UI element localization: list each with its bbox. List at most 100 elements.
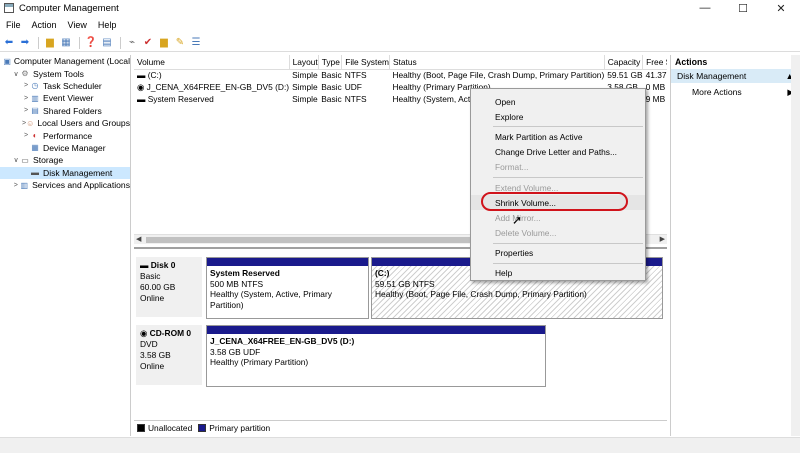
column-header[interactable]: File System — [341, 55, 390, 70]
tree-item[interactable]: > ▥ Services and Applications — [0, 179, 130, 191]
minimize-button[interactable]: — — [686, 0, 724, 16]
folder-icon[interactable]: ▆ — [157, 37, 171, 49]
list-icon[interactable]: ☰ — [189, 37, 203, 49]
tree-item[interactable]: ▣ Computer Management (Local — [0, 55, 130, 67]
partition-status: Healthy (Boot, Page File, Crash Dump, Pr… — [375, 289, 587, 299]
volume-cell: NTFS — [344, 70, 367, 81]
tree-item[interactable]: > ▥ Event Viewer — [0, 92, 130, 104]
expand-icon[interactable]: > — [22, 107, 30, 114]
column-header[interactable]: Type — [318, 55, 343, 70]
cdrom-0-info[interactable]: ◉ CD-ROM 0 DVD 3.58 GB Online — [136, 325, 202, 385]
window-title: Computer Management — [19, 2, 119, 14]
forward-icon[interactable]: ➡ — [18, 37, 32, 49]
context-menu-item-shrink-volume[interactable]: Shrink Volume... — [471, 195, 645, 211]
tree-item-label: Local Users and Groups — [37, 118, 130, 129]
disk-icon: ▬ — [140, 260, 151, 270]
scroll-thumb[interactable] — [146, 237, 479, 243]
expand-icon[interactable]: > — [12, 182, 20, 189]
tree-node-icon: ▥ — [31, 93, 39, 103]
tree-node-icon: ⚙ — [21, 69, 29, 79]
tree-item-label: Storage — [33, 155, 64, 166]
menu-separator — [493, 262, 643, 264]
help-icon[interactable]: ❓ — [84, 37, 98, 49]
scroll-left-icon[interactable]: ◀ — [136, 235, 141, 243]
menu-file[interactable]: File — [0, 20, 26, 30]
tree-node-icon: ▣ — [3, 56, 11, 66]
expand-icon[interactable]: ∨ — [12, 156, 20, 164]
computer-management-window: Computer Management — ☐ ✕ File Action Vi… — [0, 0, 800, 453]
volume-cell: ◉ J_CENA_X64FREE_EN-GB_DV5 (D:) — [134, 81, 289, 93]
tree-item[interactable]: > ☺ Local Users and Groups — [0, 117, 130, 129]
column-header[interactable]: Capacity — [604, 55, 644, 70]
tree-item-label: Device Manager — [43, 142, 106, 153]
context-menu-item-add-mirror: Add Mirror... — [495, 212, 541, 223]
menu-view[interactable]: View — [62, 20, 92, 30]
volume-cell: Healthy (Boot, Page File, Crash Dump, Pr… — [392, 70, 605, 81]
tree-item[interactable]: ▬ Disk Management — [0, 166, 130, 179]
maximize-button[interactable]: ☐ — [724, 0, 762, 16]
connect-icon[interactable]: ⌁ — [125, 37, 139, 49]
context-menu-item-properties[interactable]: Properties — [471, 246, 645, 261]
column-header[interactable]: Layout — [289, 55, 319, 70]
tree-item-label: Task Scheduler — [43, 80, 102, 91]
volume-cell: Simple — [292, 82, 318, 92]
disk-name: Disk 0 — [150, 260, 176, 270]
volume-row[interactable]: ▬ (C:) Simple Basic NTFS Healthy (Boot, Page… — [134, 69, 667, 81]
back-icon[interactable]: ⬅ — [2, 37, 16, 49]
menu-help[interactable]: Help — [92, 20, 122, 30]
volume-cell: Basic — [321, 82, 342, 92]
partition-system-reserved[interactable]: System Reserved 500 MB NTFS Healthy (Sys… — [206, 257, 369, 319]
column-header[interactable]: Status — [389, 55, 605, 70]
context-menu-item-explore[interactable]: Explore — [471, 109, 645, 124]
menu-separator — [493, 242, 643, 244]
legend-unallocated: Unallocated — [148, 422, 193, 433]
context-menu-item-open[interactable]: Open — [471, 94, 645, 109]
disk-size: 3.58 GB — [140, 350, 171, 360]
close-button[interactable]: ✕ — [762, 0, 800, 16]
show-hide-tree-icon[interactable]: ▦ — [59, 37, 73, 49]
scroll-right-icon[interactable]: ▶ — [660, 235, 665, 243]
context-menu-item-help[interactable]: Help — [471, 266, 645, 281]
expand-icon[interactable]: > — [22, 95, 30, 102]
volume-icon: ▬ — [137, 70, 148, 81]
more-actions-item[interactable]: More Actions ▶ — [671, 85, 800, 99]
column-header[interactable]: Volume — [134, 55, 290, 70]
new-icon[interactable]: ✎ — [173, 37, 187, 49]
legend-primary: Primary partition — [209, 422, 271, 433]
tree-item-label: System Tools — [33, 68, 84, 79]
volume-cell: UDF — [344, 82, 362, 92]
tree-item[interactable]: ∨ ⚙ System Tools — [0, 67, 130, 79]
disk-0-info[interactable]: ▬ Disk 0 Basic 60.00 GB Online — [136, 257, 202, 317]
menu-separator — [493, 176, 643, 178]
context-menu: Open Explore Mark Partition as Active Chang… — [470, 88, 646, 281]
context-menu-item-change-drive-letter-and-paths[interactable]: Change Drive Letter and Paths... — [471, 145, 645, 160]
tree-node-icon: ▭ — [21, 155, 29, 165]
menu-action[interactable]: Action — [26, 20, 62, 30]
volume-name: (C:) — [147, 70, 162, 81]
expand-icon[interactable]: ∨ — [12, 70, 20, 78]
volume-cell: Simple — [292, 70, 318, 81]
actions-pane: Actions Disk Management ▲ More Actions ▶ — [670, 55, 800, 436]
computer-management-icon — [4, 3, 14, 13]
expand-icon[interactable]: > — [22, 132, 30, 139]
column-header[interactable]: Free Spa — [642, 55, 667, 70]
expand-icon[interactable]: > — [22, 82, 30, 89]
check-icon[interactable]: ✔ — [141, 37, 155, 49]
tree-item[interactable]: > ▤ Shared Folders — [0, 105, 130, 117]
actions-header: Actions — [675, 57, 708, 67]
context-menu-item-mark-partition-as-active[interactable]: Mark Partition as Active — [471, 129, 645, 144]
actions-vertical-scrollbar[interactable] — [791, 55, 800, 436]
tree-item[interactable]: > ◷ Task Scheduler — [0, 80, 130, 92]
actions-section-disk-management[interactable]: Disk Management ▲ — [671, 69, 800, 83]
tree-item[interactable]: > ◐ Performance — [0, 129, 130, 141]
tree-item[interactable]: ▦ Device Manager — [0, 142, 130, 154]
tree-item-label: Performance — [43, 130, 93, 141]
up-folder-icon[interactable]: ▆ — [43, 37, 57, 49]
title-bar: Computer Management — ☐ ✕ — [0, 0, 800, 16]
partition-d-drive[interactable]: J_CENA_X64FREE_EN-GB_DV5 (D:) 3.58 GB UD… — [206, 325, 546, 387]
tree-item-label: Shared Folders — [43, 105, 102, 116]
properties-icon[interactable]: ▤ — [100, 37, 114, 49]
tree-item[interactable]: ∨ ▭ Storage — [0, 154, 130, 166]
volume-name: J_CENA_X64FREE_EN-GB_DV5 (D:) — [146, 82, 290, 92]
window-bottom-bar — [0, 437, 800, 453]
